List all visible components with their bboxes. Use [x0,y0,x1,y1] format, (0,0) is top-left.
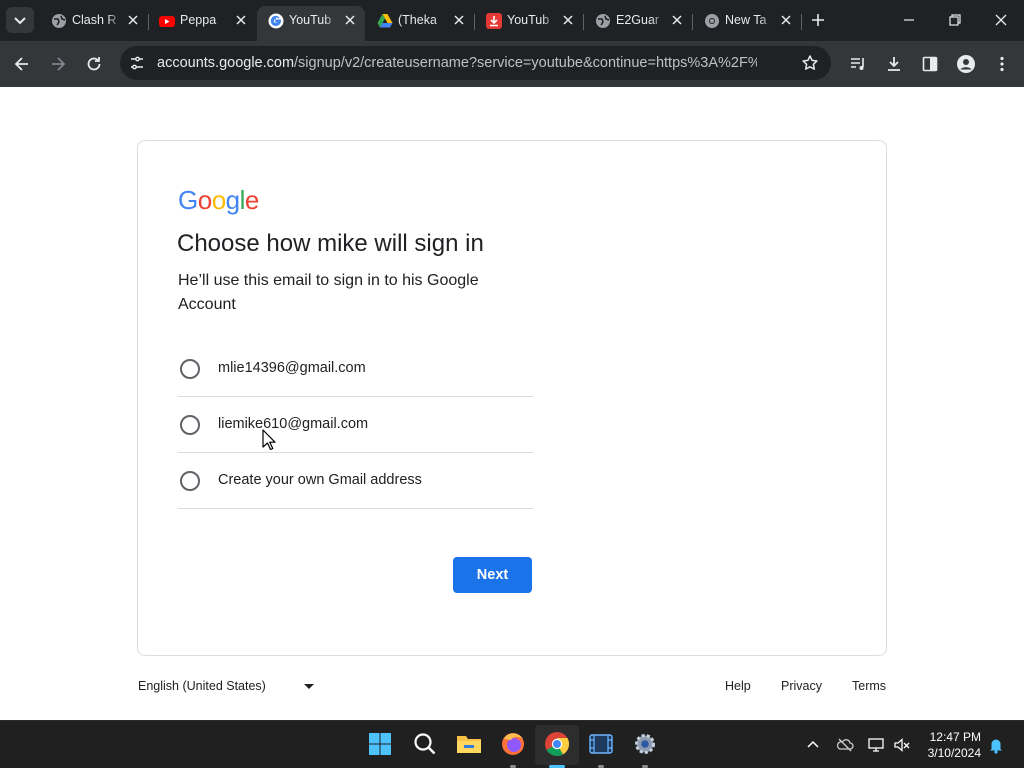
close-icon[interactable] [452,13,466,27]
close-icon[interactable] [234,13,248,27]
tab-new-tab[interactable]: New Ta [693,6,802,35]
download-icon[interactable] [884,54,904,74]
tab-title: E2Guar [616,13,660,27]
new-tab-plus-icon[interactable] [809,11,827,29]
reload-icon[interactable] [84,54,104,74]
tab-peppa[interactable]: Peppa [148,6,256,35]
globe-icon [596,14,610,28]
option-liemike610[interactable]: liemike610@gmail.com [178,397,533,453]
google-logo: Google [178,185,259,215]
url-path: /signup/v2/createusername?service=youtub… [294,55,757,71]
tab-title: (Theka [398,13,437,27]
tab-title: Peppa [180,13,217,27]
media-control-icon[interactable] [848,54,868,74]
onedrive-icon[interactable] [836,736,854,754]
youtube-icon [159,16,175,27]
privacy-link[interactable]: Privacy [781,679,822,693]
mouse-cursor-icon [262,429,276,451]
site-info-icon[interactable] [128,54,146,72]
browser-toolbar: accounts.google.com/signup/v2/createuser… [0,41,1024,87]
taskbar-clock[interactable]: 12:47 PM 3/10/2024 [928,729,981,761]
notification-bell-icon[interactable] [987,736,1005,754]
video-editor-icon[interactable] [587,730,615,758]
close-icon[interactable] [343,13,357,27]
drive-icon [377,14,393,28]
globe-icon [52,14,66,28]
close-icon[interactable] [561,13,575,27]
profile-avatar-icon[interactable] [956,54,976,74]
next-button[interactable]: Next [453,557,532,593]
windows-start-icon[interactable] [366,730,394,758]
file-explorer-icon[interactable] [455,730,483,758]
network-icon[interactable] [867,736,885,754]
more-menu-icon[interactable] [992,54,1012,74]
clock-time: 12:47 PM [929,730,981,744]
tab-search-button[interactable] [6,7,34,33]
tab-clash[interactable]: Clash R [40,6,149,35]
forward-arrow-icon[interactable] [48,54,68,74]
volume-muted-icon[interactable] [893,736,911,754]
tab-title: New Ta [725,13,767,27]
back-arrow-icon[interactable] [12,54,32,74]
caret-down-icon[interactable] [304,684,314,689]
language-selector[interactable]: English (United States) [138,679,266,693]
bookmark-star-icon[interactable] [801,54,819,72]
minimize-icon[interactable] [901,12,917,28]
tab-e2guardian[interactable]: E2Guar [584,6,693,35]
option-mlie14396[interactable]: mlie14396@gmail.com [178,341,533,397]
download-red-icon [486,13,502,29]
google-icon [268,13,284,29]
page-subtitle: He’ll use this email to sign in to his G… [178,272,479,313]
radio-button[interactable] [180,471,200,491]
close-window-icon[interactable] [993,12,1009,28]
option-label: Create your own Gmail address [218,472,422,488]
side-panel-icon[interactable] [920,54,940,74]
radio-button[interactable] [180,415,200,435]
clock-date: 3/10/2024 [927,746,981,760]
tab-youtube-active[interactable]: YouTub [257,6,365,41]
tab-title: YouTub [507,13,550,27]
close-icon[interactable] [670,13,684,27]
tab-title: Clash R [72,13,117,27]
url-host: accounts.google.com [157,55,295,71]
help-link[interactable]: Help [725,679,751,693]
tab-youtube-download[interactable]: YouTub [475,6,584,35]
option-create-own-gmail[interactable]: Create your own Gmail address [178,453,533,509]
tab-strip: Clash R Peppa YouTub (Theka YouTub E2Gua… [0,0,1024,41]
windows-taskbar: 12:47 PM 3/10/2024 [0,720,1024,768]
page-title: Choose how mike will sign in [177,230,484,257]
url-text: accounts.google.com/signup/v2/createuser… [157,55,757,71]
firefox-icon[interactable] [499,730,527,758]
tab-separator [801,14,802,30]
chrome-icon[interactable] [543,730,571,758]
restore-icon[interactable] [947,12,963,28]
address-bar[interactable]: accounts.google.com/signup/v2/createuser… [120,46,831,80]
chevron-down-icon [14,17,26,25]
close-icon[interactable] [779,13,793,27]
option-label: liemike610@gmail.com [218,416,369,432]
chrome-icon [705,14,719,28]
option-label: mlie14396@gmail.com [218,360,366,376]
settings-gear-icon[interactable] [631,730,659,758]
signup-card: Google Choose how mike will sign in He’l… [137,140,887,656]
search-icon[interactable] [411,730,439,758]
radio-button[interactable] [180,359,200,379]
close-icon[interactable] [126,13,140,27]
chevron-up-icon[interactable] [804,736,822,754]
terms-link[interactable]: Terms [852,679,886,693]
tab-title: YouTub [289,13,332,27]
tab-drive[interactable]: (Theka [366,6,475,35]
